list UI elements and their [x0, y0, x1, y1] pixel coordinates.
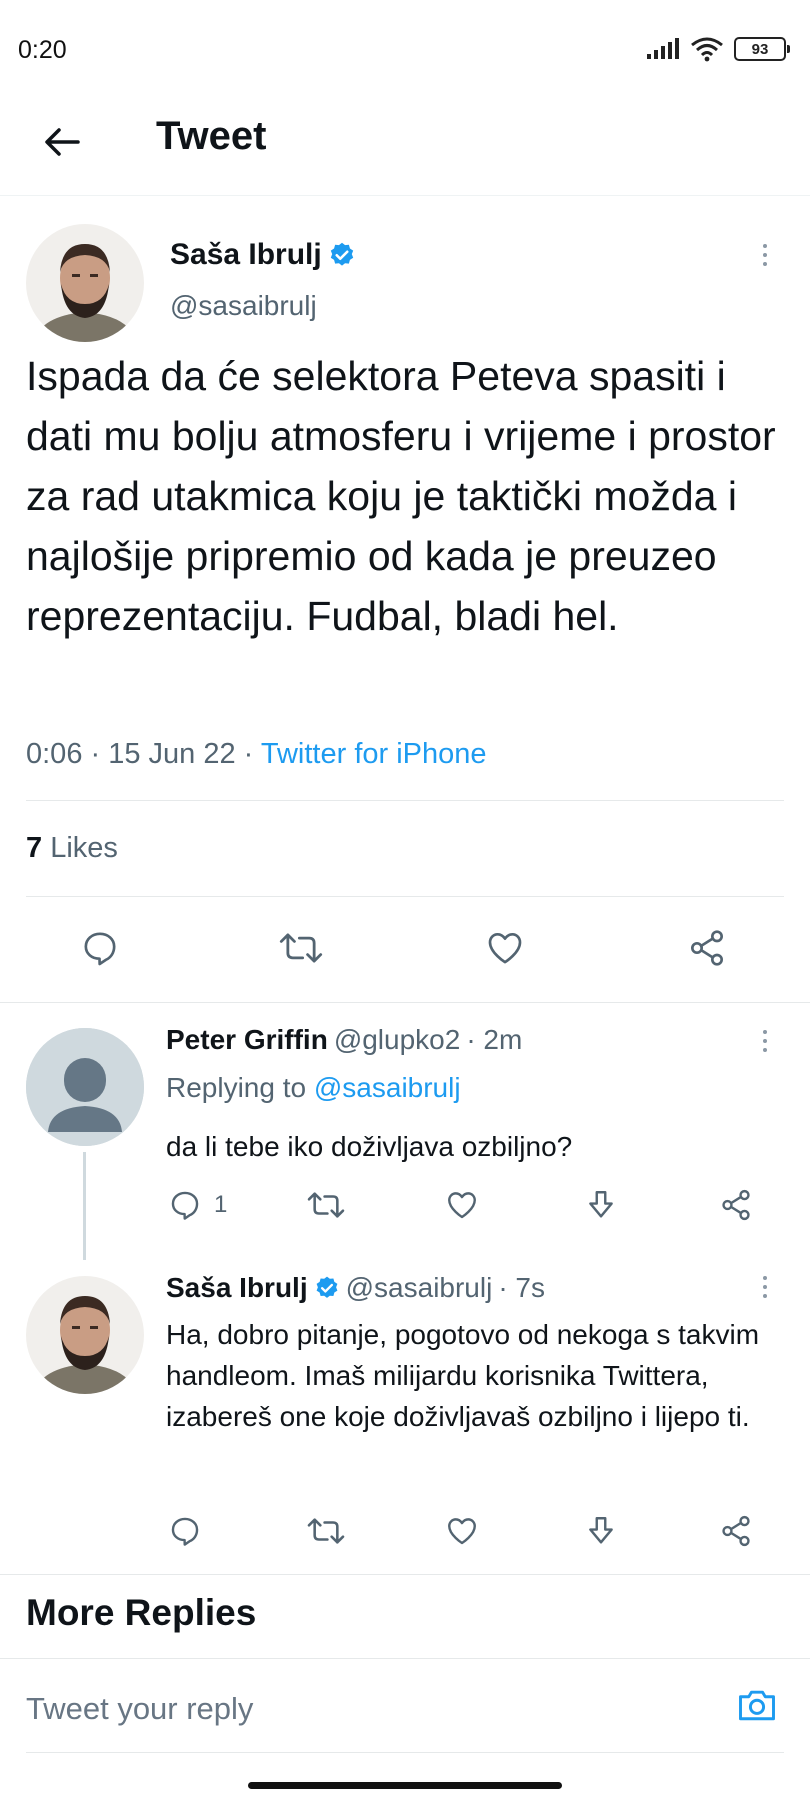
divider [26, 800, 784, 801]
retweet-button[interactable] [278, 928, 324, 968]
author-handle[interactable]: @sasaibrulj [170, 290, 317, 322]
home-indicator[interactable] [248, 1782, 562, 1789]
arrow-left-icon [45, 128, 80, 156]
share-button[interactable] [686, 928, 728, 968]
avatar[interactable] [26, 224, 144, 342]
reply-text: Ha, dobro pitanje, pogotovo od nekoga s … [166, 1319, 760, 1432]
verified-badge-icon [314, 1275, 340, 1301]
author-row: Peter Griffin @glupko2 · 2m [166, 1024, 522, 1056]
like-button[interactable] [444, 1188, 480, 1222]
like-button[interactable] [484, 928, 526, 968]
likes-count: 7 [26, 832, 43, 864]
thread-line [83, 1152, 86, 1260]
camera-icon [739, 1690, 775, 1721]
reply-time: · 2m [466, 1024, 523, 1055]
divider [26, 896, 784, 897]
reply-text: da li tebe iko doživljava ozbiljno? [166, 1131, 573, 1162]
divider [26, 1752, 784, 1753]
heart-icon [448, 1192, 476, 1219]
reply-input[interactable] [26, 1687, 626, 1731]
signal-icon [647, 38, 679, 59]
retweet-icon [307, 1192, 345, 1218]
retweet-button[interactable] [306, 1188, 346, 1222]
more-options-icon[interactable] [755, 1276, 775, 1298]
profile-photo-icon [26, 224, 144, 342]
likes-count-link[interactable]: 7 Likes [26, 832, 118, 865]
arrow-down-icon [589, 1191, 613, 1218]
share-button[interactable] [718, 1514, 754, 1548]
profile-photo-icon [26, 1276, 144, 1394]
verified-badge-icon [328, 241, 356, 269]
replying-to: Replying to @sasaibrulj [166, 1072, 461, 1103]
tweet-text: Ispada da će selektora Peteva spasiti i … [26, 353, 776, 639]
divider [0, 1574, 810, 1575]
reply-button[interactable] [80, 928, 120, 968]
downvote-button[interactable] [584, 1514, 618, 1548]
reply-button[interactable] [168, 1514, 202, 1548]
status-time: 0:20 [18, 36, 67, 64]
page-title: Tweet [156, 114, 267, 158]
divider [0, 1002, 810, 1003]
author-name[interactable]: Saša Ibrulj [170, 238, 322, 272]
avatar[interactable] [26, 1276, 144, 1394]
author-handle[interactable]: @sasaibrulj [346, 1272, 493, 1304]
default-profile-icon [26, 1028, 144, 1146]
avatar[interactable] [26, 1028, 144, 1146]
tweet-date: 15 Jun 22 [108, 738, 236, 770]
heart-icon [448, 1518, 476, 1545]
battery-icon: 93 [734, 37, 790, 61]
retweet-icon [279, 933, 323, 963]
share-icon [722, 1515, 750, 1547]
tweet-time: 0:06 [26, 738, 83, 770]
likes-label: Likes [50, 832, 118, 864]
more-options-icon[interactable] [755, 244, 775, 266]
reply-count: 1 [214, 1191, 228, 1218]
more-options-icon[interactable] [755, 1030, 775, 1052]
reply-time: · 7s [498, 1272, 546, 1303]
back-button[interactable] [38, 118, 86, 166]
wifi-icon [691, 37, 723, 62]
tweet-source-link[interactable]: Twitter for iPhone [261, 738, 487, 770]
share-icon [691, 930, 723, 966]
comment-icon [171, 1191, 199, 1220]
arrow-down-icon [589, 1517, 613, 1544]
comment-icon [84, 932, 116, 966]
author-row: Saša Ibrulj [170, 238, 356, 272]
share-button[interactable] [718, 1188, 754, 1222]
like-button[interactable] [444, 1514, 480, 1548]
share-icon [722, 1189, 750, 1221]
header-bar: Tweet [0, 100, 810, 196]
author-name[interactable]: Peter Griffin [166, 1024, 328, 1056]
author-name[interactable]: Saša Ibrulj [166, 1272, 308, 1304]
comment-icon [171, 1517, 199, 1546]
compose-bar [0, 1658, 810, 1758]
heart-icon [488, 933, 522, 964]
author-handle[interactable]: @glupko2 [334, 1024, 461, 1056]
retweet-button[interactable] [306, 1514, 346, 1548]
downvote-button[interactable] [584, 1188, 618, 1222]
status-bar: 0:20 93 [0, 0, 810, 100]
more-replies-heading: More Replies [26, 1592, 257, 1633]
tweet-meta: 0:06 · 15 Jun 22 · Twitter for iPhone [26, 738, 487, 770]
mention-link[interactable]: @sasaibrulj [314, 1072, 461, 1103]
reply-button[interactable]: 1 [168, 1188, 227, 1222]
camera-button[interactable] [734, 1683, 780, 1732]
retweet-icon [307, 1518, 345, 1544]
author-row: Saša Ibrulj @sasaibrulj · 7s [166, 1272, 545, 1304]
